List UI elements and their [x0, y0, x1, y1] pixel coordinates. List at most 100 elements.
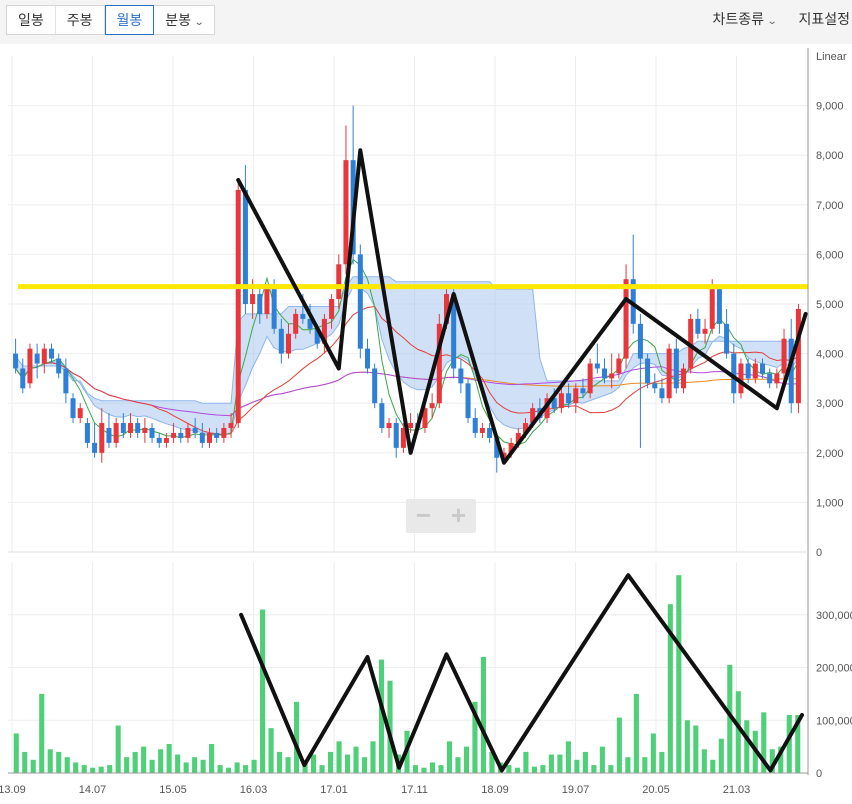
candle-body	[386, 423, 392, 428]
volume-tick-label: 100,000	[816, 715, 852, 727]
volume-bar	[175, 754, 181, 773]
price-tick-label: 5,000	[816, 299, 844, 311]
cloud-band	[15, 276, 799, 435]
candle	[34, 343, 40, 379]
volume-bar	[209, 743, 215, 773]
volume-bar	[608, 765, 614, 773]
candle-body	[408, 423, 414, 428]
candle-body	[13, 353, 19, 369]
candle	[724, 308, 730, 359]
candle-body	[594, 363, 600, 369]
volume-bars	[13, 575, 801, 773]
price-tick-label: 4,000	[816, 349, 844, 361]
period-minute-label: 분봉	[165, 12, 192, 28]
candle	[666, 343, 672, 404]
volume-bar	[251, 759, 257, 773]
candle	[142, 418, 148, 443]
volume-bar	[47, 749, 53, 773]
candle	[56, 353, 62, 379]
candle-body	[48, 348, 55, 359]
zoom-in-button[interactable]: +	[441, 499, 476, 533]
volume-bar	[124, 757, 130, 773]
candle-body	[120, 423, 126, 433]
candle-body	[343, 160, 349, 265]
volume-bar	[463, 746, 470, 773]
volume-bar	[557, 754, 563, 773]
volume-bar	[107, 765, 113, 773]
candle	[587, 358, 593, 399]
candle-body	[573, 388, 579, 404]
candle-body	[264, 289, 270, 314]
candle-body	[767, 373, 773, 384]
time-tick-label: 15.05	[159, 784, 187, 796]
volume-bar	[438, 765, 444, 773]
volume-bar	[73, 762, 79, 773]
volume-bar	[514, 767, 520, 773]
chart-options-menu: 차트종류 ⌄ 지표설정	[713, 8, 850, 33]
volume-bar	[744, 720, 750, 773]
candle-body	[206, 432, 213, 443]
candle-body	[56, 358, 62, 374]
volume-bar	[319, 765, 325, 773]
candle-body	[566, 393, 572, 404]
volume-bar	[149, 759, 155, 773]
volume-bar	[183, 762, 189, 773]
candle-body	[652, 383, 658, 389]
candle-body	[199, 432, 205, 443]
chart-area[interactable]: 0 1,000 2,000 3,000 4,000 5,000 6,000 7,000 8,00…	[0, 44, 852, 804]
volume-bar	[574, 759, 580, 773]
candle-body	[795, 308, 801, 404]
candle	[465, 378, 471, 424]
price-tick-label: 9,000	[816, 101, 844, 113]
candle-body	[300, 313, 306, 319]
candle-body	[106, 428, 112, 443]
candle	[393, 418, 399, 458]
candle	[149, 423, 155, 443]
period-daily-button[interactable]: 일봉	[7, 6, 56, 34]
candle	[458, 358, 464, 394]
volume-bar	[158, 749, 164, 773]
candle-body	[759, 363, 766, 374]
candle	[372, 363, 378, 409]
period-weekly-button[interactable]: 주봉	[56, 6, 105, 34]
indicator-settings-button[interactable]: 지표설정	[798, 8, 850, 33]
candle	[156, 432, 162, 448]
candle-body	[127, 423, 134, 433]
volume-bar	[659, 751, 665, 773]
candle	[135, 418, 141, 438]
candle-body	[228, 423, 234, 428]
candle	[479, 423, 485, 438]
zoom-out-button[interactable]: −	[406, 499, 441, 533]
candle-body	[558, 393, 564, 409]
volume-tick-label: 300,000	[816, 610, 852, 622]
volume-bar	[446, 741, 453, 773]
candle	[652, 373, 658, 394]
chart-type-dropdown[interactable]: 차트종류 ⌄	[713, 8, 778, 33]
chart-toolbar: 일봉 주봉 월봉 분봉 ⌄ 차트종류 ⌄ 지표설정	[0, 0, 852, 44]
time-tick-label: 14.07	[79, 784, 107, 796]
candle	[594, 343, 600, 374]
volume-bar	[693, 725, 699, 773]
period-monthly-button[interactable]: 월봉	[104, 5, 155, 35]
time-tick-label: 20.05	[642, 784, 670, 796]
candle-body	[666, 348, 672, 399]
candle-body	[623, 279, 629, 359]
candle-body	[680, 368, 687, 389]
volume-bar	[243, 765, 249, 773]
candle	[27, 343, 33, 389]
candle-body	[479, 428, 485, 433]
ichimoku-cloud	[15, 276, 799, 436]
candle-body	[458, 368, 464, 384]
stock-chart[interactable]: 0 1,000 2,000 3,000 4,000 5,000 6,000 7,000 8,00…	[0, 44, 852, 804]
candle-body	[716, 289, 722, 324]
price-tick-label: 6,000	[816, 249, 844, 261]
volume-bar	[56, 751, 62, 773]
candle	[13, 338, 19, 374]
volume-bar	[226, 767, 232, 773]
period-minute-button[interactable]: 분봉 ⌄	[154, 6, 214, 34]
volume-bar	[39, 693, 45, 773]
volume-bar	[192, 757, 198, 773]
volume-bar	[616, 717, 622, 773]
chevron-down-icon: ⌄	[766, 16, 778, 27]
time-tick-label: 21.03	[723, 784, 751, 796]
